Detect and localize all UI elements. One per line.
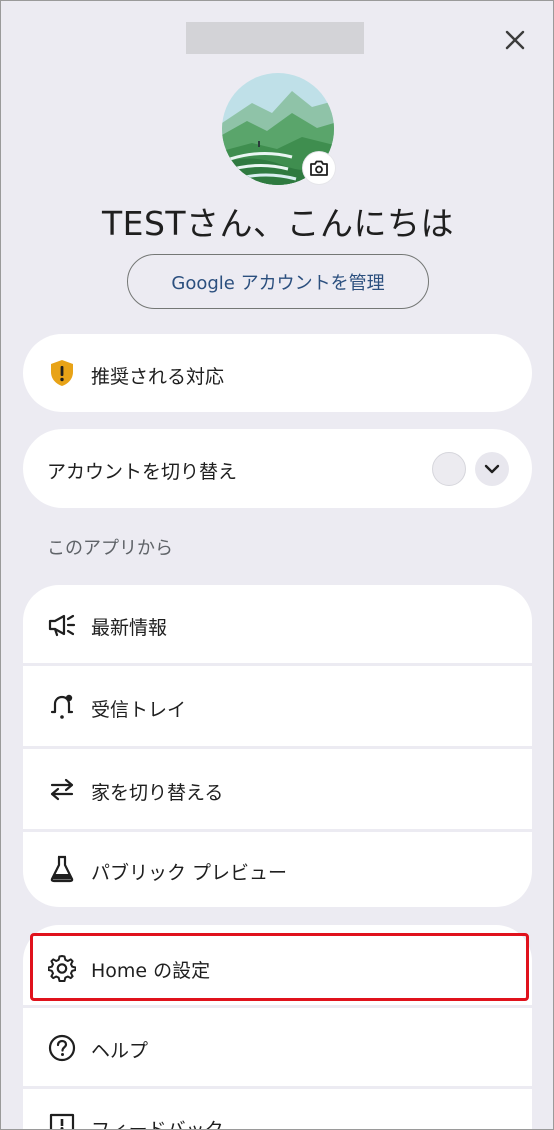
chevron-down-icon bbox=[484, 464, 500, 474]
shield-alert-icon bbox=[47, 358, 77, 388]
bell-icon bbox=[47, 691, 77, 721]
account-avatar-placeholder[interactable] bbox=[432, 452, 466, 486]
recommended-actions-item[interactable]: 推奨される対応 bbox=[23, 334, 532, 412]
feedback-icon bbox=[47, 1111, 77, 1129]
account-panel: TESTさん、こんにちは Google アカウントを管理 推奨される対応 アカウ… bbox=[0, 0, 554, 1130]
greeting: TESTさん、こんにちは bbox=[101, 204, 455, 243]
switch-home-label: 家を切り替える bbox=[91, 782, 224, 804]
switch-home-item[interactable]: 家を切り替える bbox=[23, 749, 532, 829]
inbox-label: 受信トレイ bbox=[91, 699, 187, 721]
home-settings-item[interactable]: Home の設定 bbox=[23, 931, 532, 1005]
title-placeholder bbox=[186, 22, 364, 54]
section-heading: このアプリから bbox=[47, 538, 173, 559]
help-label: ヘルプ bbox=[91, 1040, 149, 1062]
home-settings-label: Home の設定 bbox=[91, 960, 211, 982]
recommended-actions-label: 推奨される対応 bbox=[91, 366, 225, 388]
megaphone-icon bbox=[47, 610, 77, 640]
camera-icon bbox=[310, 160, 328, 176]
close-button[interactable] bbox=[498, 23, 532, 57]
feedback-label: フィードバック bbox=[91, 1119, 224, 1130]
public-preview-label: パブリック プレビュー bbox=[91, 862, 288, 884]
expand-accounts-button[interactable] bbox=[475, 452, 509, 486]
gear-icon bbox=[47, 953, 77, 983]
close-icon bbox=[505, 30, 525, 50]
feedback-item[interactable]: フィードバック bbox=[23, 1089, 532, 1130]
public-preview-item[interactable]: パブリック プレビュー bbox=[23, 832, 532, 907]
flask-icon bbox=[47, 854, 77, 884]
switch-account-label: アカウントを切り替え bbox=[47, 461, 238, 483]
swap-arrows-icon bbox=[47, 774, 77, 804]
news-label: 最新情報 bbox=[91, 617, 168, 639]
change-photo-button[interactable] bbox=[303, 152, 335, 184]
inbox-item[interactable]: 受信トレイ bbox=[23, 666, 532, 746]
news-item[interactable]: 最新情報 bbox=[23, 585, 532, 663]
help-circle-icon bbox=[47, 1033, 77, 1063]
help-item[interactable]: ヘルプ bbox=[23, 1008, 532, 1086]
manage-account-button[interactable]: Google アカウントを管理 bbox=[127, 254, 429, 309]
